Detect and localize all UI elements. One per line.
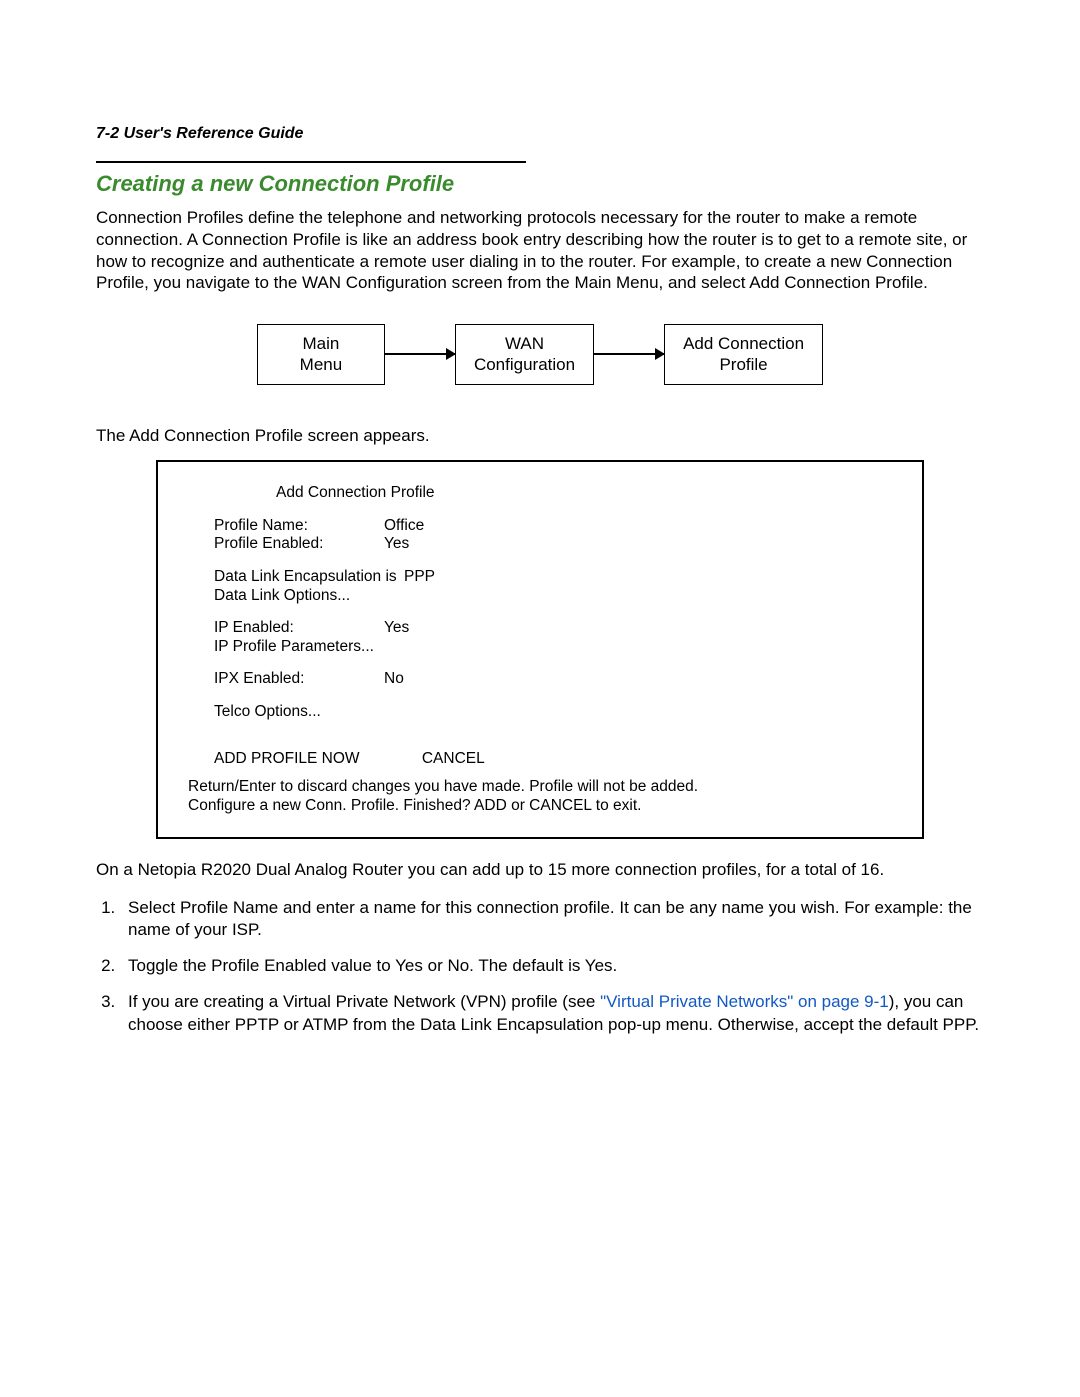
cancel-label: CANCEL xyxy=(422,750,485,767)
flow-label: Menu xyxy=(276,354,366,375)
navigation-flowchart: Main Menu WAN Configuration Add Connecti… xyxy=(96,324,984,385)
arrow-icon xyxy=(385,353,455,355)
screen-footer: Return/Enter to discard changes you have… xyxy=(188,778,896,815)
section-title: Creating a new Connection Profile xyxy=(96,171,984,197)
field-label: IP Profile Parameters... xyxy=(214,638,374,657)
flow-label: Add Connection xyxy=(683,333,804,354)
screen-title: Add Connection Profile xyxy=(276,484,896,503)
field-data-link-options: Data Link Options... xyxy=(214,587,896,606)
field-ip-params: IP Profile Parameters... xyxy=(214,638,896,657)
field-value: PPP xyxy=(404,568,435,587)
footer-line: Return/Enter to discard changes you have… xyxy=(188,778,896,797)
field-value: No xyxy=(384,670,404,689)
field-label: IP Enabled: xyxy=(214,619,384,638)
field-label: Data Link Encapsulation is xyxy=(214,568,404,587)
section-rule xyxy=(96,161,526,163)
caption-text: The Add Connection Profile screen appear… xyxy=(96,425,984,447)
footer-line: Configure a new Conn. Profile. Finished?… xyxy=(188,797,896,816)
screen-actions: ADD PROFILE NOW CANCEL xyxy=(214,750,896,769)
terminal-screen: Add Connection Profile Profile Name: Off… xyxy=(156,460,924,839)
flow-box-wan-config: WAN Configuration xyxy=(455,324,594,385)
flow-label: WAN xyxy=(474,333,575,354)
field-value: Yes xyxy=(384,535,409,554)
field-ipx-enabled: IPX Enabled: No xyxy=(214,670,896,689)
flow-box-add-profile: Add Connection Profile xyxy=(664,324,823,385)
add-profile-now-label: ADD PROFILE NOW xyxy=(214,750,360,767)
intro-paragraph: Connection Profiles define the telephone… xyxy=(96,207,984,294)
field-label: Profile Name: xyxy=(214,517,384,536)
after-screen-text: On a Netopia R2020 Dual Analog Router yo… xyxy=(96,859,984,881)
step-item: Select Profile Name and enter a name for… xyxy=(120,897,984,941)
field-value: Office xyxy=(384,517,424,536)
document-page: 7-2 User's Reference Guide Creating a ne… xyxy=(0,0,1080,1397)
field-label: Telco Options... xyxy=(214,703,321,722)
step-text: If you are creating a Virtual Private Ne… xyxy=(128,992,600,1011)
cross-reference-link[interactable]: "Virtual Private Networks" on page 9-1 xyxy=(600,992,889,1011)
step-item: Toggle the Profile Enabled value to Yes … xyxy=(120,955,984,977)
flow-box-main-menu: Main Menu xyxy=(257,324,385,385)
field-value: Yes xyxy=(384,619,409,638)
flow-label: Main xyxy=(276,333,366,354)
flow-label: Profile xyxy=(683,354,804,375)
flow-label: Configuration xyxy=(474,354,575,375)
arrow-icon xyxy=(594,353,664,355)
field-label: IPX Enabled: xyxy=(214,670,384,689)
steps-list: Select Profile Name and enter a name for… xyxy=(96,897,984,1035)
step-item: If you are creating a Virtual Private Ne… xyxy=(120,991,984,1035)
field-label: Data Link Options... xyxy=(214,587,350,606)
field-data-link-encap: Data Link Encapsulation is PPP xyxy=(214,568,896,587)
field-profile-name: Profile Name: Office xyxy=(214,517,896,536)
field-profile-enabled: Profile Enabled: Yes xyxy=(214,535,896,554)
page-header: 7-2 User's Reference Guide xyxy=(96,125,984,143)
field-telco-options: Telco Options... xyxy=(214,703,896,722)
field-label: Profile Enabled: xyxy=(214,535,384,554)
field-ip-enabled: IP Enabled: Yes xyxy=(214,619,896,638)
